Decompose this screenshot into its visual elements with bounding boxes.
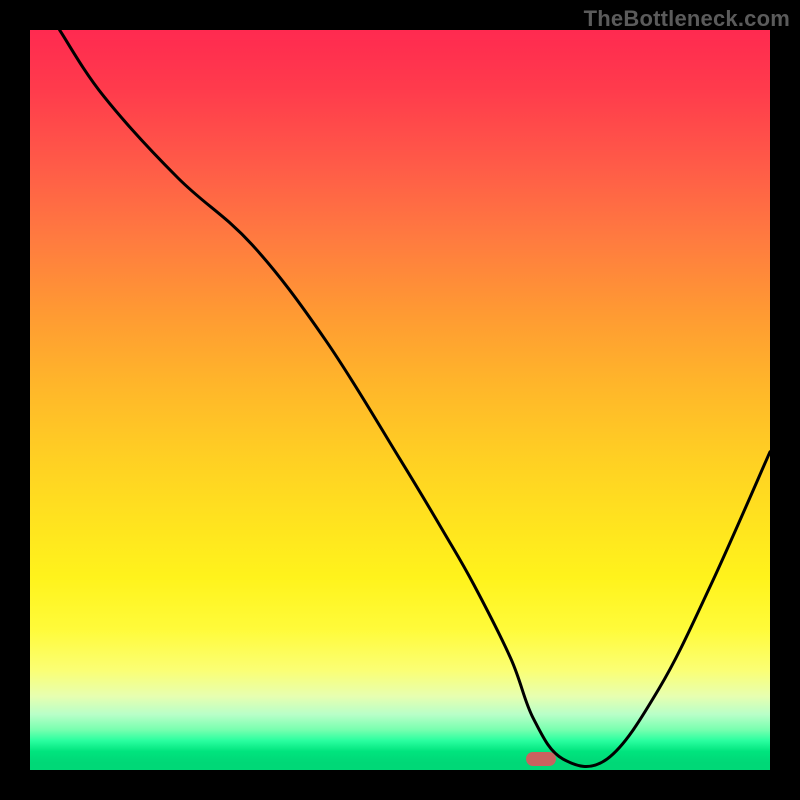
bottleneck-curve bbox=[30, 30, 770, 770]
chart-frame: TheBottleneck.com bbox=[0, 0, 800, 800]
plot-area bbox=[30, 30, 770, 770]
watermark-text: TheBottleneck.com bbox=[584, 6, 790, 32]
optimum-marker bbox=[526, 752, 556, 766]
